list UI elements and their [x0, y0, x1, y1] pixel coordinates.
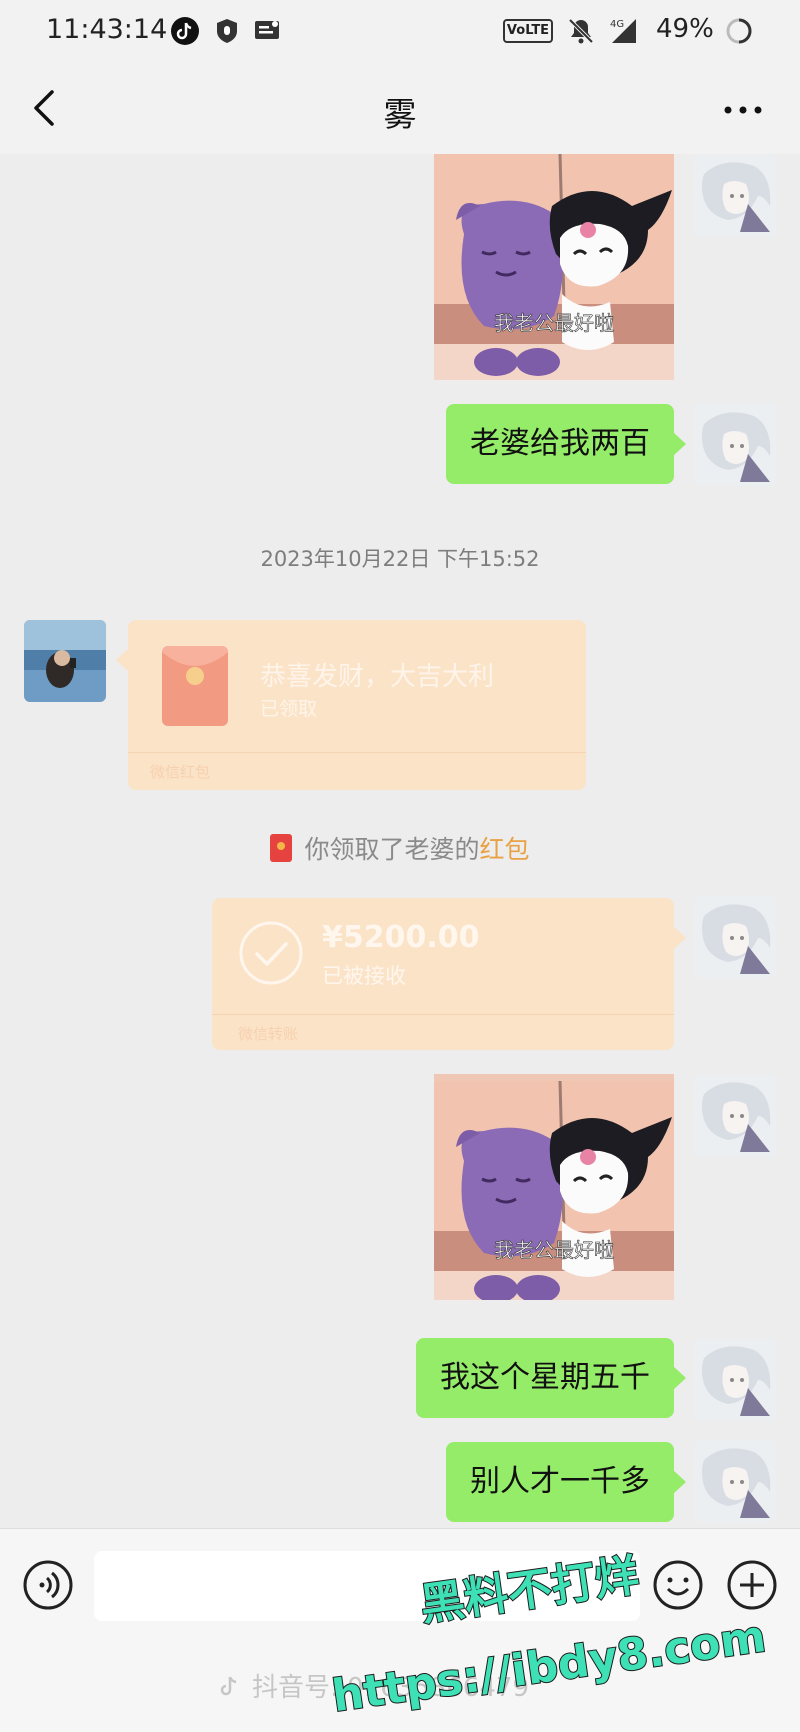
voice-icon[interactable]	[22, 1559, 74, 1611]
chat-header: 雾	[0, 62, 800, 154]
battery-percent: 49%	[656, 14, 714, 44]
chat-title: 雾	[383, 95, 417, 134]
self-avatar[interactable]	[694, 154, 776, 236]
partner-avatar[interactable]	[24, 620, 106, 702]
sent-message-bubble[interactable]: 别人才一千多	[446, 1442, 686, 1522]
sticker-caption: 我老公最好啦	[494, 311, 614, 335]
sent-message-bubble[interactable]: 我这个星期五千	[416, 1338, 686, 1418]
kuromi-sticker-image: 我老公最好啦	[434, 154, 674, 380]
status-time: 11:43:14	[46, 14, 168, 45]
self-avatar[interactable]	[694, 1440, 776, 1522]
tiktok-icon	[171, 17, 199, 45]
red-packet-footer: 微信红包	[128, 752, 586, 790]
photo-avatar-image	[24, 620, 106, 702]
status-bar: 11:43:14 VoLTE 4G 49%	[0, 0, 800, 62]
self-avatar[interactable]	[694, 896, 776, 978]
sticker-caption: 我老公最好啦	[494, 1238, 614, 1262]
shield-icon	[217, 19, 237, 43]
red-packet-footer-label: 微信红包	[150, 763, 211, 781]
self-avatar[interactable]	[694, 404, 776, 486]
check-circle-icon	[239, 921, 303, 985]
anime-avatar-image	[694, 1074, 776, 1156]
system-note-text: 你领取了老婆的	[304, 835, 480, 864]
sticker-message[interactable]: 我老公最好啦	[434, 1074, 674, 1300]
sticker-message[interactable]: 我老公最好啦	[434, 154, 674, 380]
volte-icon: VoLTE	[503, 19, 553, 43]
transfer-footer-label: 微信转账	[238, 1025, 299, 1043]
red-packet-status: 已领取	[260, 698, 318, 720]
red-packet-mini-icon	[270, 834, 293, 862]
red-packet-title: 恭喜发财，大吉大利	[260, 662, 495, 692]
sent-message-bubble[interactable]: 老婆给我两百	[446, 404, 686, 484]
site-watermark: 黑料不打烊 https://ibdy8.com	[328, 1549, 770, 1720]
anime-avatar-image	[694, 404, 776, 486]
signal-icon: 4G	[610, 19, 636, 43]
red-envelope-icon	[162, 646, 228, 726]
red-packet-card[interactable]: 恭喜发财，大吉大利 已领取 微信红包	[116, 620, 586, 790]
red-packet-link[interactable]: 红包	[480, 835, 530, 864]
anime-avatar-image	[694, 1338, 776, 1420]
battery-ring-icon	[726, 18, 752, 44]
mute-icon	[568, 18, 594, 44]
anime-avatar-image	[694, 896, 776, 978]
signal-4g-label: 4G	[610, 19, 624, 30]
watermark-line-1: 黑料不打烊	[417, 1550, 642, 1631]
more-dots-icon[interactable]	[718, 90, 768, 130]
system-note: 你领取了老婆的红包	[0, 830, 800, 866]
transfer-status: 已被接收	[322, 964, 406, 988]
douyin-logo-icon	[220, 1676, 237, 1696]
transfer-footer: 微信转账	[212, 1014, 674, 1050]
self-avatar[interactable]	[694, 1338, 776, 1420]
transfer-amount: ¥5200.00	[322, 920, 480, 955]
kuromi-sticker-image: 我老公最好啦	[434, 1080, 674, 1300]
self-avatar[interactable]	[694, 1074, 776, 1156]
anime-avatar-image	[694, 1440, 776, 1522]
transfer-card[interactable]: ¥5200.00 已被接收 微信转账	[212, 898, 686, 1050]
watermark-line-2: https://ibdy8.com	[329, 1611, 769, 1720]
message-icon	[255, 21, 279, 39]
message-timestamp: 2023年10月22日 下午15:52	[260, 547, 540, 571]
anime-avatar-image	[694, 154, 776, 236]
